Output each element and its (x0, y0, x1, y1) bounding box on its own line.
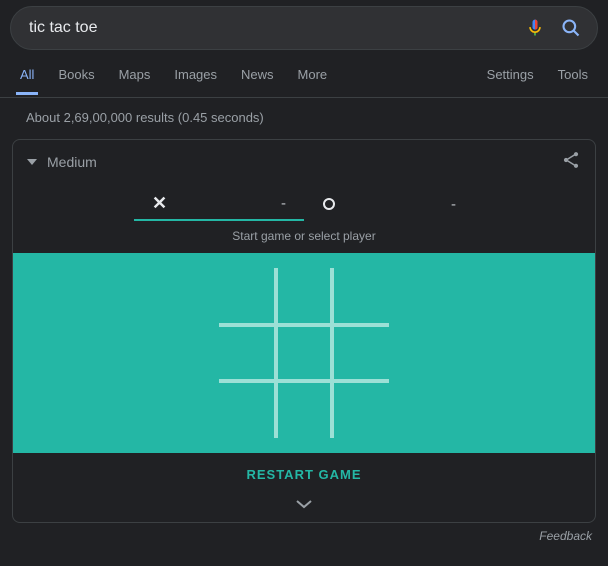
nav-tools[interactable]: Tools (558, 67, 588, 94)
board-area (13, 253, 595, 453)
nav-tabs: All Books Maps Images News More Settings… (0, 64, 608, 98)
difficulty-selector[interactable]: Medium (47, 154, 97, 170)
feedback-link[interactable]: Feedback (0, 523, 608, 543)
expand-button[interactable] (13, 490, 595, 522)
tab-images[interactable]: Images (174, 67, 217, 94)
share-icon[interactable] (561, 150, 581, 173)
tab-news[interactable]: News (241, 67, 274, 94)
search-icon[interactable] (559, 16, 583, 40)
search-input[interactable] (25, 19, 511, 37)
x-mark-icon: ✕ (152, 193, 167, 214)
player-x-selector[interactable]: ✕ - (134, 187, 304, 221)
grid-line (219, 379, 389, 383)
grid-line (330, 268, 334, 438)
cell-2-1[interactable] (276, 381, 333, 438)
player-o-score: - (451, 196, 456, 213)
tab-books[interactable]: Books (58, 67, 94, 94)
cell-2-0[interactable] (219, 381, 276, 438)
game-card: Medium ✕ - - Start game or select player (12, 139, 596, 523)
cell-0-2[interactable] (332, 268, 389, 325)
game-hint: Start game or select player (13, 221, 595, 253)
cell-0-0[interactable] (219, 268, 276, 325)
chevron-down-icon (294, 498, 314, 510)
tab-more[interactable]: More (298, 67, 328, 94)
card-header: Medium (13, 140, 595, 183)
grid-line (274, 268, 278, 438)
tab-maps[interactable]: Maps (119, 67, 151, 94)
player-x-score: - (281, 195, 286, 212)
cell-1-0[interactable] (219, 325, 276, 382)
o-mark-icon (322, 197, 336, 211)
chevron-down-icon[interactable] (27, 159, 37, 165)
cell-2-2[interactable] (332, 381, 389, 438)
search-bar (10, 6, 598, 50)
game-board (219, 268, 389, 438)
grid-line (219, 323, 389, 327)
cell-1-2[interactable] (332, 325, 389, 382)
tab-all[interactable]: All (20, 67, 34, 94)
mic-icon[interactable] (523, 16, 547, 40)
results-info: About 2,69,00,000 results (0.45 seconds) (0, 98, 608, 125)
score-row: ✕ - - (13, 183, 595, 221)
nav-settings[interactable]: Settings (487, 67, 534, 94)
cell-0-1[interactable] (276, 268, 333, 325)
player-o-selector[interactable]: - (304, 187, 474, 221)
restart-button[interactable]: RESTART GAME (13, 453, 595, 490)
cell-1-1[interactable] (276, 325, 333, 382)
